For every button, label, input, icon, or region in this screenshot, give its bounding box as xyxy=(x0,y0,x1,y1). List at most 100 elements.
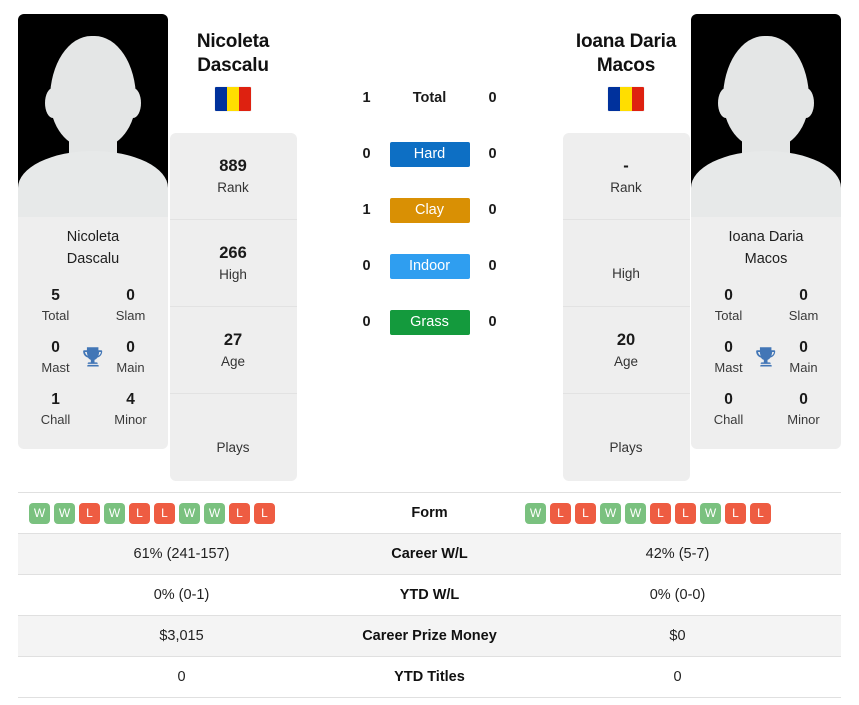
form-badge-win: W xyxy=(179,502,200,524)
right-caption-line2: Macos xyxy=(744,251,788,268)
left-rank-label: Rank xyxy=(217,180,249,196)
avatar-ear-right-shape xyxy=(798,88,814,118)
left-titles-row-3: 1 Chall 4 Minor xyxy=(18,383,168,435)
right-chall-titles-value: 0 xyxy=(724,390,733,408)
right-rank-value: - xyxy=(623,156,629,175)
left-minor-titles: 4 Minor xyxy=(93,390,168,428)
right-total-titles-label: Total xyxy=(714,307,743,323)
right-rank-item: - Rank xyxy=(562,133,690,221)
right-minor-titles-value: 0 xyxy=(799,390,808,408)
row-label-ytd-titles: YTD Titles xyxy=(345,656,514,698)
right-chall-titles: 0 Chall xyxy=(691,390,766,428)
right-player-card[interactable]: Ioana Daria Macos 0 Total 0 Slam 0 Mast … xyxy=(691,14,841,449)
left-total-titles: 5 Total xyxy=(18,286,93,324)
form-badge-loss: L xyxy=(129,502,150,524)
left-player-card[interactable]: Nicoleta Dascalu 5 Total 0 Slam 0 Mast 0… xyxy=(18,14,168,449)
form-badge-loss: L xyxy=(575,502,596,524)
right-form-cell: WLLWWLLWLL xyxy=(514,492,841,534)
right-total-titles: 0 Total xyxy=(691,286,766,324)
h2h-row-hard: 0 Hard 0 xyxy=(298,126,561,182)
left-titles-stats: 5 Total 0 Slam 0 Mast 0 Main 1 Chall 4 M… xyxy=(18,277,168,449)
left-player-name-line2: Dascalu xyxy=(197,54,269,76)
row-label-career-wl: Career W/L xyxy=(345,533,514,575)
h2h-hard-left: 0 xyxy=(362,146,371,162)
form-badge-loss: L xyxy=(675,502,696,524)
surface-badge-grass[interactable]: Grass xyxy=(389,309,470,335)
h2h-clay-left: 1 xyxy=(362,202,371,218)
form-badge-win: W xyxy=(525,502,546,524)
avatar-ear-left-shape xyxy=(45,88,61,118)
right-age-item: 20 Age xyxy=(562,307,690,395)
head-to-head-column: 1 Total 0 0 Hard 0 1 Clay 0 0 Indoor 0 0… xyxy=(298,14,561,350)
right-titles-row-2: 0 Mast 0 Main xyxy=(691,331,841,383)
right-titles-stats: 0 Total 0 Slam 0 Mast 0 Main 0 Chall 0 M… xyxy=(691,277,841,449)
right-career-wl: 42% (5-7) xyxy=(514,533,841,575)
right-age-label: Age xyxy=(613,354,639,370)
surface-badge-clay[interactable]: Clay xyxy=(389,197,470,223)
h2h-grass-badge-wrap: Grass xyxy=(389,309,470,335)
left-age-item: 27 Age xyxy=(169,307,297,395)
right-chall-titles-label: Chall xyxy=(713,411,744,427)
table-row-career-prize-money: $3,015 Career Prize Money $0 xyxy=(18,615,841,657)
h2h-row-grass: 0 Grass 0 xyxy=(298,294,561,350)
left-caption-line1: Nicoleta xyxy=(66,229,120,245)
right-slam-titles: 0 Slam xyxy=(766,286,841,324)
left-career-wl: 61% (241-157) xyxy=(18,533,345,575)
left-caption-line2: Dascalu xyxy=(66,251,120,268)
right-titles-row-3: 0 Chall 0 Minor xyxy=(691,383,841,435)
h2h-hard-badge-wrap: Hard xyxy=(389,141,470,167)
form-badge-loss: L xyxy=(550,502,571,524)
h2h-row-total: 1 Total 0 xyxy=(298,70,561,126)
player-comparison-page: Nicoleta Dascalu 5 Total 0 Slam 0 Mast 0… xyxy=(0,0,859,705)
left-slam-titles-label: Slam xyxy=(115,307,146,323)
right-rank-label: Rank xyxy=(610,180,642,196)
avatar-body-shape xyxy=(691,151,841,217)
right-plays-label: Plays xyxy=(609,440,643,456)
h2h-indoor-badge-wrap: Indoor xyxy=(389,253,470,279)
right-form-strip: WLLWWLLWLL xyxy=(514,502,841,524)
table-row-form: WWLWLLWWLL Form WLLWWLLWLL xyxy=(18,492,841,534)
left-player-photo-caption: Nicoleta Dascalu xyxy=(18,217,168,277)
h2h-total-left: 1 xyxy=(362,90,371,106)
avatar-ear-right-shape xyxy=(125,88,141,118)
left-high-value: 266 xyxy=(219,243,247,262)
surface-badge-hard[interactable]: Hard xyxy=(389,141,470,167)
left-titles-row-1: 5 Total 0 Slam xyxy=(18,279,168,331)
form-badge-loss: L xyxy=(254,502,275,524)
romania-flag-icon-left xyxy=(215,87,251,112)
avatar-body-shape xyxy=(18,151,168,217)
left-plays-label: Plays xyxy=(216,440,250,456)
left-total-titles-value: 5 xyxy=(51,286,60,304)
right-caption-line1: Ioana Daria xyxy=(728,229,804,245)
table-row-career-wl: 61% (241-157) Career W/L 42% (5-7) xyxy=(18,533,841,575)
right-player-photo xyxy=(691,14,841,217)
left-player-info-column: Nicoleta Dascalu 889 Rank 266 High 27 Ag… xyxy=(168,14,298,482)
left-high-item: 266 High xyxy=(169,220,297,308)
table-row-ytd-titles: 0 YTD Titles 0 xyxy=(18,656,841,698)
right-player-info-column: Ioana Daria Macos - Rank High 20 Age Pla… xyxy=(561,14,691,482)
h2h-row-indoor: 0 Indoor 0 xyxy=(298,238,561,294)
avatar-ear-left-shape xyxy=(718,88,734,118)
left-chall-titles-value: 1 xyxy=(51,390,60,408)
right-ranking-box: - Rank High 20 Age Plays xyxy=(562,133,690,482)
form-badge-loss: L xyxy=(79,502,100,524)
left-rank-value: 889 xyxy=(219,156,247,175)
row-label-form: Form xyxy=(345,492,514,534)
left-player-name[interactable]: Nicoleta Dascalu xyxy=(196,14,270,77)
left-player-name-line1: Nicoleta xyxy=(196,31,270,52)
surface-badge-indoor[interactable]: Indoor xyxy=(389,253,470,279)
left-ranking-box: 889 Rank 266 High 27 Age Plays xyxy=(169,133,297,482)
form-badge-win: W xyxy=(54,502,75,524)
right-slam-titles-value: 0 xyxy=(799,286,808,304)
left-slam-titles: 0 Slam xyxy=(93,286,168,324)
left-age-value: 27 xyxy=(223,330,243,349)
right-titles-row-1: 0 Total 0 Slam xyxy=(691,279,841,331)
h2h-total-label: Total xyxy=(412,90,447,106)
left-ytd-wl: 0% (0-1) xyxy=(18,574,345,616)
row-label-career-prize-money: Career Prize Money xyxy=(345,615,514,657)
form-badge-win: W xyxy=(204,502,225,524)
right-minor-titles: 0 Minor xyxy=(766,390,841,428)
left-high-label: High xyxy=(219,267,247,283)
right-player-name-line1: Ioana Daria xyxy=(575,31,677,52)
right-player-name[interactable]: Ioana Daria Macos xyxy=(576,14,676,77)
